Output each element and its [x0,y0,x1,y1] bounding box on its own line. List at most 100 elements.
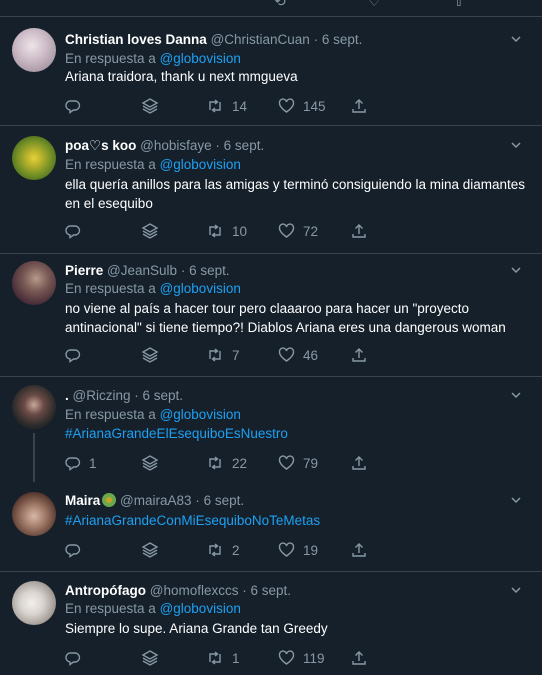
timestamp[interactable]: 6 sept. [251,583,292,598]
reply-icon [65,349,81,363]
retweet-count: 2 [232,542,240,558]
tweet[interactable]: Antropófago @homoflexccs · 6 sept. En re… [0,573,542,675]
reply-button[interactable] [65,96,89,116]
like-button[interactable]: 79 [278,453,318,473]
like-button[interactable]: 72 [278,221,318,241]
reply-mention[interactable]: @globovision [160,281,241,296]
timestamp[interactable]: 6 sept. [189,263,230,278]
reply-icon [65,225,81,239]
tweet[interactable]: Maira @mairaA83 · 6 sept. #ArianaGrandeC… [0,482,542,572]
heart-icon [278,542,295,557]
chevron-down-icon[interactable] [510,33,522,45]
avatar[interactable] [12,581,56,625]
reply-prefix: En respuesta a [65,157,156,172]
chevron-down-icon[interactable] [510,264,522,276]
reply-button[interactable] [65,540,89,560]
reply-button[interactable]: 1 [65,453,97,473]
chevron-down-icon[interactable] [510,139,522,151]
like-count: 119 [303,650,325,666]
reply-mention[interactable]: @globovision [160,601,241,616]
retweet-icon[interactable]: ⟲ [274,0,286,10]
avatar[interactable] [12,385,56,429]
timestamp[interactable]: 6 sept. [224,138,265,153]
username[interactable]: @hobisfaye [140,138,212,153]
share-button[interactable] [351,540,367,560]
avatar[interactable] [12,261,56,305]
retweet-button[interactable]: 14 [206,96,247,116]
tweet-hashtag[interactable]: #ArianaGrandeElEsequiboEsNuestro [65,424,525,443]
tweet-hashtag[interactable]: #ArianaGrandeConMiEsequiboNoTeMetas [65,511,525,530]
reply-mention[interactable]: @globovision [160,407,241,422]
retweet-button[interactable]: 22 [206,453,247,473]
chevron-down-icon[interactable] [510,494,522,506]
retweet-button[interactable]: 2 [206,540,240,560]
chevron-down-icon[interactable] [510,584,522,596]
retweet-icon [209,348,221,362]
reply-context: En respuesta a @globovision [65,50,241,68]
tweet-text: Siempre lo supe. Ariana Grande tan Greed… [65,621,328,636]
reply-icon [65,544,81,558]
heart-icon [278,98,295,113]
username[interactable]: @JeanSulb [107,263,177,278]
avatar[interactable] [12,28,56,72]
display-name[interactable]: Christian loves Danna [65,32,207,47]
timestamp[interactable]: 6 sept. [204,493,245,508]
tweet[interactable]: poa♡s koo @hobisfaye · 6 sept. En respue… [0,127,542,254]
reply-button[interactable] [65,648,89,668]
timestamp[interactable]: 6 sept. [322,32,363,47]
username[interactable]: @ChristianCuan [211,32,310,47]
retweet-button[interactable]: 10 [206,221,247,241]
avatar[interactable] [12,136,56,180]
like-button[interactable]: 119 [278,648,325,668]
retweet-button[interactable]: 1 [206,648,240,668]
username[interactable]: @Riczing [73,388,131,403]
share-icon[interactable]: ⇧ [453,0,465,10]
reply-context: En respuesta a @globovision [65,280,241,298]
display-name[interactable]: Pierre [65,263,103,278]
like-button[interactable]: 19 [278,540,318,560]
reply-button[interactable] [65,221,89,241]
username[interactable]: @homoflexccs [150,583,239,598]
stack-button[interactable] [141,96,159,116]
like-button[interactable]: 46 [278,345,318,365]
retweet-count: 10 [232,223,248,239]
display-name[interactable]: poa♡s koo [65,138,136,153]
reply-prefix: En respuesta a [65,51,156,66]
like-icon[interactable]: ♡ [368,0,381,10]
layers-icon [141,347,159,363]
tweet-text: ella quería anillos para las amigas y te… [65,177,526,211]
stack-button[interactable] [141,221,159,241]
reply-mention[interactable]: @globovision [160,157,241,172]
chevron-down-icon[interactable] [510,389,522,401]
share-button[interactable] [351,221,367,241]
tweet-header: . @Riczing · 6 sept. [65,387,183,405]
tweet-actions: 14 145 [65,96,465,116]
reply-icon [65,100,81,114]
share-button[interactable] [351,345,367,365]
reply-mention[interactable]: @globovision [160,51,241,66]
username[interactable]: @mairaA83 [120,493,191,508]
stack-button[interactable] [141,648,159,668]
separator: · [242,583,247,598]
tweet[interactable]: . @Riczing · 6 sept. En respuesta a @glo… [0,378,542,482]
stack-button[interactable] [141,345,159,365]
like-count: 72 [303,223,319,239]
tweet-text: no viene al país a hacer tour pero claaa… [65,301,506,335]
stack-button[interactable] [141,453,159,473]
share-button[interactable] [351,648,367,668]
display-name[interactable]: Maira [65,493,100,508]
stack-button[interactable] [141,540,159,560]
display-name[interactable]: Antropófago [65,583,146,598]
share-button[interactable] [351,96,367,116]
retweet-icon [209,651,221,665]
avatar[interactable] [12,492,56,536]
tweet[interactable]: Pierre @JeanSulb · 6 sept. En respuesta … [0,255,542,377]
reply-button[interactable] [65,345,89,365]
like-button[interactable]: 145 [278,96,326,116]
share-button[interactable] [351,453,367,473]
retweet-button[interactable]: 7 [206,345,240,365]
reply-icon [65,457,81,471]
display-name[interactable]: . [65,388,69,403]
tweet[interactable]: Christian loves Danna @ChristianCuan · 6… [0,17,542,126]
timestamp[interactable]: 6 sept. [143,388,184,403]
